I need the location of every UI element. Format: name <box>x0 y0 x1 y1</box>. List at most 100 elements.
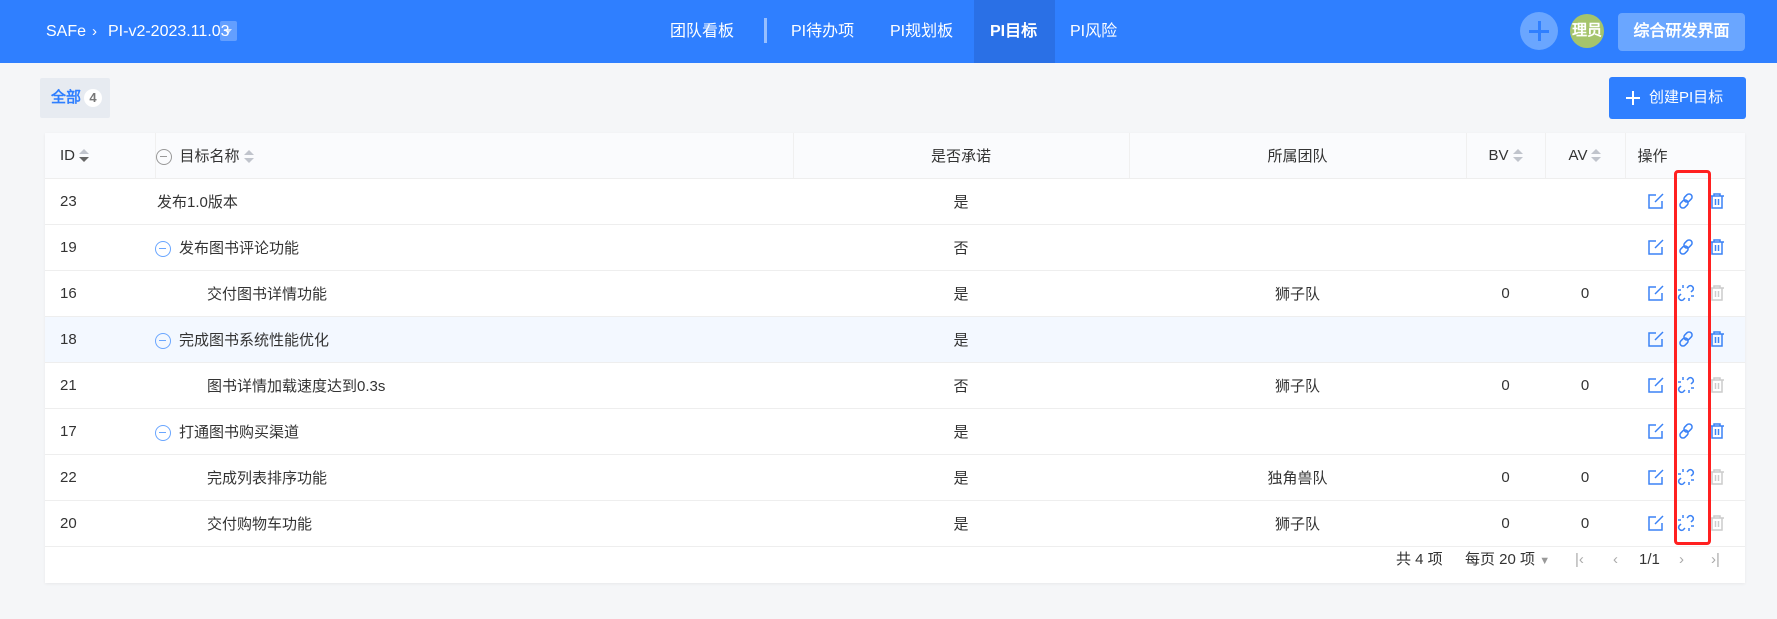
cell-name[interactable]: 发布图书评论功能 <box>155 224 793 271</box>
cell-name[interactable]: 打通图书购买渠道 <box>155 408 793 455</box>
cell-committed: 是 <box>793 178 1129 225</box>
cell-av <box>1545 178 1625 225</box>
objective-name[interactable]: 图书详情加载速度达到0.3s <box>207 378 385 395</box>
nav-team-board[interactable]: 团队看板 <box>654 0 750 63</box>
cell-id: 20 <box>45 500 155 547</box>
cell-bv: 0 <box>1466 454 1545 501</box>
col-label: 目标名称 <box>179 147 240 165</box>
sort-icon[interactable] <box>1512 148 1523 163</box>
cell-id: 17 <box>45 408 155 455</box>
breadcrumb-pi[interactable]: PI-v2-2023.11.03 <box>108 0 230 63</box>
page-size-label: 每页 20 项 <box>1465 551 1536 568</box>
objectives-table-card: ID 目标名称 是否承诺 所属团队 BV AV 操作 23 发布1.0版本是 19 发… <box>45 133 1745 583</box>
col-name[interactable]: 目标名称 <box>155 133 794 179</box>
avatar[interactable]: 理员 <box>1570 14 1604 48</box>
tab-all[interactable]: 全部 4 <box>40 78 110 118</box>
collapse-icon[interactable] <box>155 424 171 441</box>
create-pi-objective-button[interactable]: 创建PI目标 <box>1609 77 1746 119</box>
cell-id: 23 <box>45 178 155 225</box>
cell-committed: 是 <box>793 454 1129 501</box>
cell-bv: 0 <box>1466 362 1545 409</box>
cell-team <box>1129 316 1466 363</box>
objectives-table: ID 目标名称 是否承诺 所属团队 BV AV 操作 23 发布1.0版本是 19 发… <box>45 133 1745 547</box>
nav-divider <box>764 18 767 43</box>
cell-team <box>1129 224 1466 271</box>
col-av[interactable]: AV <box>1545 133 1626 179</box>
cell-name[interactable]: 完成列表排序功能 <box>155 454 793 501</box>
cell-id: 21 <box>45 362 155 409</box>
cell-committed: 否 <box>793 362 1129 409</box>
cell-team: 狮子队 <box>1129 362 1466 409</box>
objective-name[interactable]: 交付图书详情功能 <box>207 286 327 303</box>
sort-icon[interactable] <box>243 149 254 164</box>
nav-pi-risks[interactable]: PI风险 <box>1054 0 1133 63</box>
objective-name[interactable]: 发布1.0版本 <box>157 194 238 211</box>
cell-name[interactable]: 完成图书系统性能优化 <box>155 316 793 363</box>
col-bv[interactable]: BV <box>1466 133 1546 179</box>
sort-icon[interactable] <box>1591 148 1602 163</box>
table-row[interactable]: 22 完成列表排序功能是独角兽队 0 0 <box>45 454 1745 501</box>
cell-id: 22 <box>45 454 155 501</box>
objective-name[interactable]: 完成列表排序功能 <box>207 470 327 487</box>
collapse-all-icon[interactable] <box>155 148 172 165</box>
nav-pi-planning[interactable]: PI规划板 <box>874 0 969 63</box>
tab-label: 全部 <box>51 89 82 106</box>
cell-committed: 是 <box>793 316 1129 363</box>
objective-name[interactable]: 打通图书购买渠道 <box>179 424 299 441</box>
total-count: 共 4 项 <box>1396 551 1443 568</box>
sort-icon[interactable] <box>79 148 89 163</box>
col-label: AV <box>1568 146 1588 164</box>
cell-av: 0 <box>1545 362 1625 409</box>
table-row[interactable]: 23 发布1.0版本 是 <box>45 178 1745 225</box>
cell-team <box>1129 408 1466 455</box>
cell-name[interactable]: 交付购物车功能 <box>155 500 793 547</box>
chevron-down-icon: ▼ <box>1539 555 1551 567</box>
cell-id: 18 <box>45 316 155 363</box>
table-row[interactable]: 21 图书详情加载速度达到0.3s 否狮子队 0 0 <box>45 362 1745 409</box>
table-row[interactable]: 18 完成图书系统性能优化 是 <box>45 316 1745 363</box>
objective-name[interactable]: 发布图书评论功能 <box>179 240 299 257</box>
cell-team <box>1129 178 1466 225</box>
cell-name[interactable]: 图书详情加载速度达到0.3s <box>155 362 793 409</box>
page-indicator: 1/1 <box>1639 551 1660 568</box>
cell-bv <box>1466 408 1545 455</box>
first-page-icon[interactable]: |‹ <box>1575 537 1584 583</box>
cell-committed: 是 <box>793 270 1129 317</box>
top-header: SAFe › PI-v2-2023.11.03 团队看板 PI待办项 PI规划板… <box>0 0 1777 63</box>
nav-pi-objectives[interactable]: PI目标 <box>974 0 1055 63</box>
cell-av: 0 <box>1545 270 1625 317</box>
cell-bv <box>1466 178 1545 225</box>
col-team: 所属团队 <box>1129 133 1467 179</box>
breadcrumb-separator-icon: › <box>92 23 97 40</box>
pi-dropdown-icon[interactable] <box>220 21 237 41</box>
cell-av <box>1545 224 1625 271</box>
cell-name[interactable]: 发布1.0版本 <box>155 178 793 225</box>
count-badge: 4 <box>84 89 103 107</box>
cell-committed: 是 <box>793 500 1129 547</box>
cell-bv <box>1466 224 1545 271</box>
add-icon[interactable] <box>1520 12 1558 50</box>
last-page-icon[interactable]: ›| <box>1711 537 1720 583</box>
cell-av <box>1545 408 1625 455</box>
prev-page-icon[interactable]: ‹ <box>1613 537 1618 583</box>
table-row[interactable]: 17 打通图书购买渠道 是 <box>45 408 1745 455</box>
cell-name[interactable]: 交付图书详情功能 <box>155 270 793 317</box>
table-row[interactable]: 16 交付图书详情功能是狮子队 0 0 <box>45 270 1745 317</box>
breadcrumb-safe[interactable]: SAFe <box>46 0 86 63</box>
page-size-select[interactable]: 每页 20 项 ▼ <box>1465 537 1550 583</box>
col-committed: 是否承诺 <box>793 133 1130 179</box>
nav-pi-backlog[interactable]: PI待办项 <box>775 0 870 63</box>
objective-name[interactable]: 完成图书系统性能优化 <box>179 332 329 349</box>
cell-team: 独角兽队 <box>1129 454 1466 501</box>
objective-name[interactable]: 交付购物车功能 <box>207 516 312 533</box>
collapse-icon[interactable] <box>155 332 171 349</box>
table-row[interactable]: 19 发布图书评论功能 否 <box>45 224 1745 271</box>
collapse-icon[interactable] <box>155 240 171 257</box>
switch-view-button[interactable]: 综合研发界面 <box>1618 13 1745 51</box>
cell-team: 狮子队 <box>1129 270 1466 317</box>
cell-bv: 0 <box>1466 270 1545 317</box>
highlight-box <box>1674 170 1711 545</box>
cell-bv <box>1466 316 1545 363</box>
col-id[interactable]: ID <box>45 133 156 179</box>
cell-id: 16 <box>45 270 155 317</box>
